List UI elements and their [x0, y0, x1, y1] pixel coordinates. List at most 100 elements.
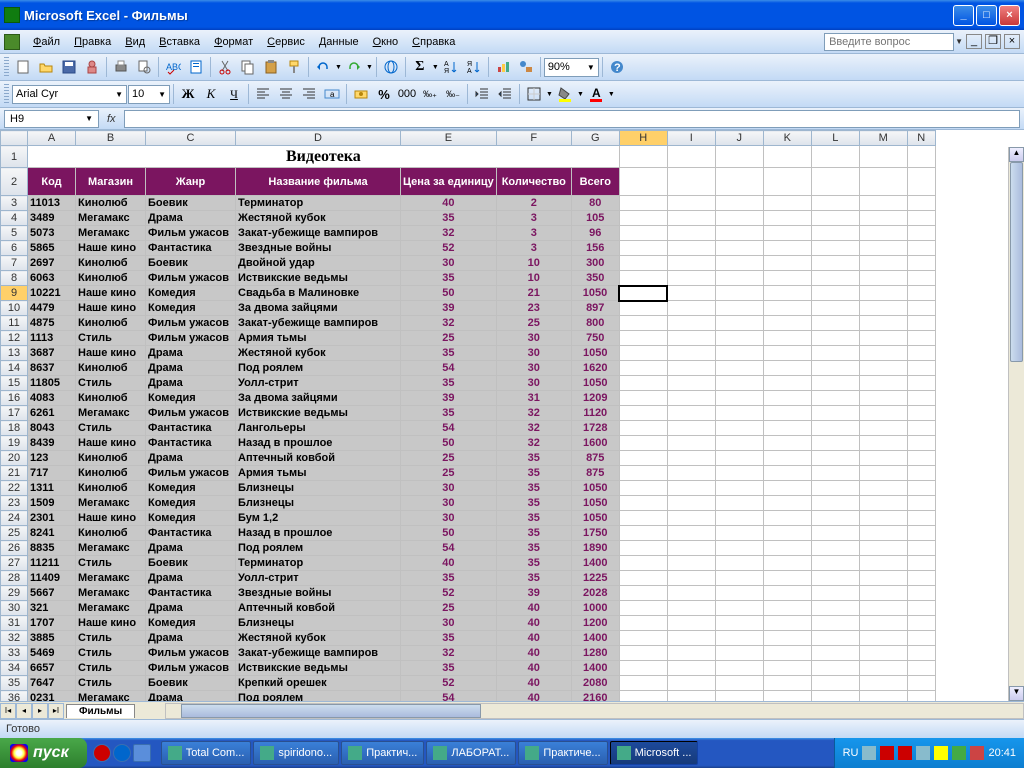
row-header-31[interactable]: 31 — [1, 616, 28, 631]
cell[interactable] — [619, 676, 667, 691]
cell[interactable] — [667, 391, 715, 406]
cell[interactable] — [859, 481, 907, 496]
table-header-cell[interactable]: Цена за единицу — [401, 168, 497, 196]
font-combo[interactable]: Arial Cyr▼ — [12, 85, 127, 104]
cell[interactable]: Стиль — [76, 421, 146, 436]
row-header-1[interactable]: 1 — [1, 146, 28, 168]
cell[interactable]: Комедия — [146, 286, 236, 301]
cell[interactable] — [763, 541, 811, 556]
undo-button[interactable] — [312, 56, 334, 78]
table-header-cell[interactable]: Код — [28, 168, 76, 196]
cell[interactable] — [907, 646, 935, 661]
cell[interactable] — [811, 466, 859, 481]
merge-center-button[interactable]: a — [321, 83, 343, 105]
cell[interactable]: Мегамакс — [76, 691, 146, 702]
cell[interactable] — [667, 421, 715, 436]
cell[interactable] — [715, 211, 763, 226]
cell[interactable] — [715, 271, 763, 286]
cell[interactable]: 1620 — [571, 361, 619, 376]
help-question-input[interactable] — [824, 33, 954, 51]
cell[interactable]: 2 — [496, 196, 571, 211]
cell[interactable] — [763, 301, 811, 316]
cell[interactable] — [667, 376, 715, 391]
cell[interactable]: 35 — [401, 661, 497, 676]
cell[interactable] — [667, 556, 715, 571]
cell[interactable] — [619, 661, 667, 676]
sort-desc-button[interactable]: ЯА — [463, 56, 485, 78]
help-button[interactable]: ? — [606, 56, 628, 78]
row-header-24[interactable]: 24 — [1, 511, 28, 526]
row-header-13[interactable]: 13 — [1, 346, 28, 361]
row-header-15[interactable]: 15 — [1, 376, 28, 391]
cell[interactable]: Комедия — [146, 391, 236, 406]
cell[interactable]: Близнецы — [236, 481, 401, 496]
cell[interactable] — [667, 511, 715, 526]
cell[interactable] — [811, 421, 859, 436]
cell[interactable] — [811, 541, 859, 556]
column-header-M[interactable]: M — [859, 131, 907, 146]
cell[interactable] — [667, 661, 715, 676]
cell[interactable] — [619, 301, 667, 316]
row-header-29[interactable]: 29 — [1, 586, 28, 601]
cell[interactable] — [907, 146, 935, 168]
cell[interactable] — [907, 466, 935, 481]
cell[interactable]: Терминатор — [236, 556, 401, 571]
cell[interactable]: Стиль — [76, 676, 146, 691]
increase-decimal-button[interactable]: ‰₊ — [419, 83, 441, 105]
cell[interactable] — [859, 168, 907, 196]
cell[interactable]: 2028 — [571, 586, 619, 601]
tab-prev-button[interactable]: ◂ — [16, 703, 32, 719]
cell[interactable] — [667, 571, 715, 586]
cell[interactable] — [715, 391, 763, 406]
cell[interactable]: 35 — [496, 466, 571, 481]
cell[interactable]: Лангольеры — [236, 421, 401, 436]
cell[interactable]: Стиль — [76, 556, 146, 571]
hyperlink-button[interactable] — [380, 56, 402, 78]
cell[interactable] — [667, 526, 715, 541]
cell[interactable] — [907, 226, 935, 241]
row-header-34[interactable]: 34 — [1, 661, 28, 676]
tray-icon[interactable] — [970, 746, 984, 760]
cell[interactable] — [715, 316, 763, 331]
cell[interactable]: 35 — [496, 481, 571, 496]
cell[interactable] — [667, 226, 715, 241]
cell[interactable]: 52 — [401, 676, 497, 691]
cell[interactable] — [811, 168, 859, 196]
tray-icon[interactable] — [934, 746, 948, 760]
autosum-dropdown[interactable]: ▼ — [432, 64, 439, 71]
menu-файл[interactable]: Файл — [26, 34, 67, 50]
row-header-27[interactable]: 27 — [1, 556, 28, 571]
cell[interactable] — [811, 661, 859, 676]
cell[interactable]: 3 — [496, 211, 571, 226]
toolbar-handle[interactable] — [4, 57, 9, 77]
cell[interactable] — [907, 676, 935, 691]
fill-color-button[interactable] — [554, 83, 576, 105]
cell[interactable] — [667, 436, 715, 451]
cell[interactable]: Иствикские ведьмы — [236, 406, 401, 421]
cell[interactable]: Драма — [146, 631, 236, 646]
cell[interactable]: 6261 — [28, 406, 76, 421]
cell[interactable]: 10 — [496, 271, 571, 286]
cell[interactable]: 40 — [496, 676, 571, 691]
cell[interactable] — [859, 211, 907, 226]
doc-restore-button[interactable]: ❐ — [985, 34, 1001, 49]
cell[interactable] — [667, 331, 715, 346]
desktop-icon[interactable] — [133, 744, 151, 762]
cell[interactable] — [715, 331, 763, 346]
formula-input[interactable] — [124, 110, 1020, 128]
cell[interactable]: 30 — [496, 376, 571, 391]
cell[interactable]: 3 — [496, 241, 571, 256]
cell[interactable] — [763, 676, 811, 691]
cell[interactable]: 1400 — [571, 661, 619, 676]
cell[interactable] — [763, 616, 811, 631]
cell[interactable] — [763, 421, 811, 436]
cell[interactable] — [811, 331, 859, 346]
cell[interactable] — [619, 406, 667, 421]
cell[interactable] — [859, 646, 907, 661]
clock[interactable]: 20:41 — [988, 747, 1016, 759]
cell[interactable] — [715, 421, 763, 436]
cell[interactable] — [619, 466, 667, 481]
permission-button[interactable] — [81, 56, 103, 78]
cell[interactable] — [859, 376, 907, 391]
cell[interactable]: Мегамакс — [76, 226, 146, 241]
